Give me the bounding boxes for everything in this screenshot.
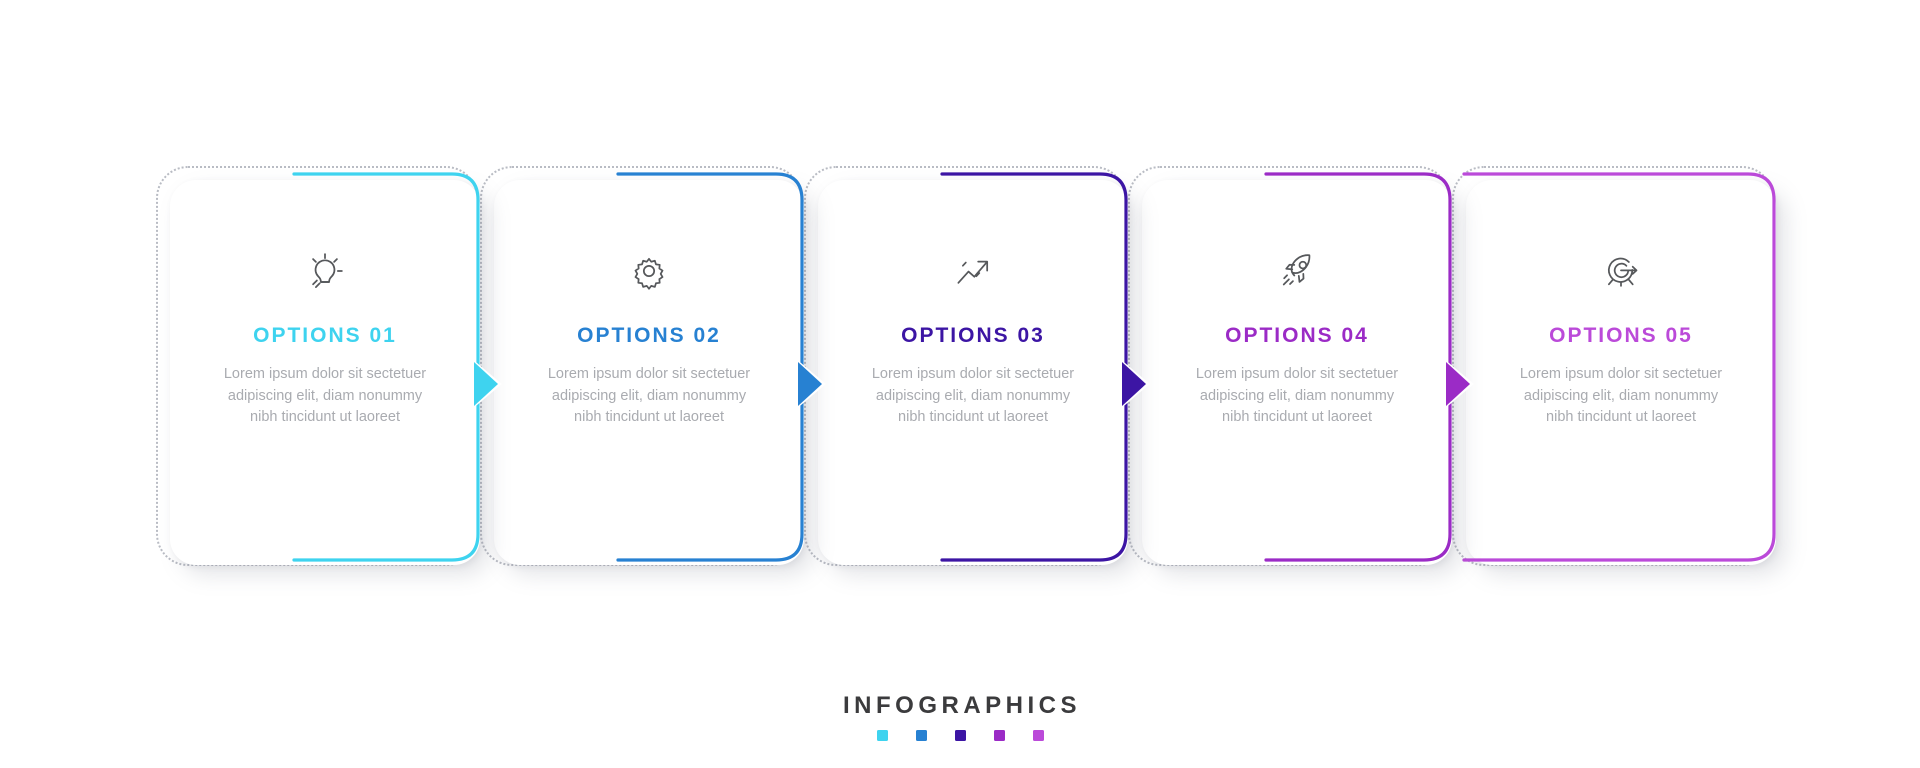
step-card-4[interactable]: OPTIONS 04 Lorem ipsum dolor sit sectetue… (1128, 166, 1464, 572)
card-content: OPTIONS 01 Lorem ipsum dolor sit sectetue… (170, 180, 480, 565)
footer-dot-3 (954, 730, 966, 741)
card-title: OPTIONS 02 (577, 324, 721, 347)
card-content: OPTIONS 02 Lorem ipsum dolor sit sectetue… (494, 180, 804, 565)
footer-dot-1 (876, 730, 888, 741)
card-description: Lorem ipsum dolor sit sectetuer adipisci… (1519, 366, 1723, 425)
card-title: OPTIONS 05 (1549, 324, 1693, 347)
footer-dot-5 (1032, 730, 1044, 741)
target-icon (1594, 244, 1648, 298)
card-title: OPTIONS 04 (1225, 324, 1369, 347)
card-description: Lorem ipsum dolor sit sectetuer adipisci… (223, 366, 427, 425)
step-card-1[interactable]: OPTIONS 01 Lorem ipsum dolor sit sectetue… (156, 166, 492, 572)
rocket-icon (1270, 244, 1324, 298)
step-connector-arrow-2 (786, 348, 850, 420)
gear-icon (622, 244, 676, 298)
card-content: OPTIONS 03 Lorem ipsum dolor sit sectetue… (818, 180, 1128, 565)
card-content: OPTIONS 04 Lorem ipsum dolor sit sectetue… (1142, 180, 1452, 565)
card-title: OPTIONS 03 (901, 324, 1045, 347)
step-card-5[interactable]: OPTIONS 05 Lorem ipsum dolor sit sectetue… (1452, 166, 1788, 572)
steps-row: OPTIONS 01 Lorem ipsum dolor sit sectetue… (156, 166, 1790, 582)
trending-up-icon (946, 244, 1000, 298)
card-description: Lorem ipsum dolor sit sectetuer adipisci… (547, 366, 751, 425)
step-card-2[interactable]: OPTIONS 02 Lorem ipsum dolor sit sectetue… (480, 166, 816, 572)
step-card-3[interactable]: OPTIONS 03 Lorem ipsum dolor sit sectetue… (804, 166, 1140, 572)
card-title: OPTIONS 01 (253, 324, 397, 347)
footer: INFOGRAPHICS (0, 692, 1920, 741)
footer-dot-2 (915, 730, 927, 741)
infographic-canvas: OPTIONS 01 Lorem ipsum dolor sit sectetue… (0, 0, 1920, 768)
card-content: OPTIONS 05 Lorem ipsum dolor sit sectetue… (1466, 180, 1776, 565)
lightbulb-icon (298, 244, 352, 298)
step-connector-arrow-3 (1110, 348, 1174, 420)
step-connector-arrow-4 (1434, 348, 1498, 420)
footer-color-dots (0, 730, 1920, 741)
step-connector-arrow-1 (462, 348, 526, 420)
footer-dot-4 (993, 730, 1005, 741)
card-description: Lorem ipsum dolor sit sectetuer adipisci… (1195, 366, 1399, 425)
card-description: Lorem ipsum dolor sit sectetuer adipisci… (871, 366, 1075, 425)
footer-title: INFOGRAPHICS (842, 692, 1081, 719)
